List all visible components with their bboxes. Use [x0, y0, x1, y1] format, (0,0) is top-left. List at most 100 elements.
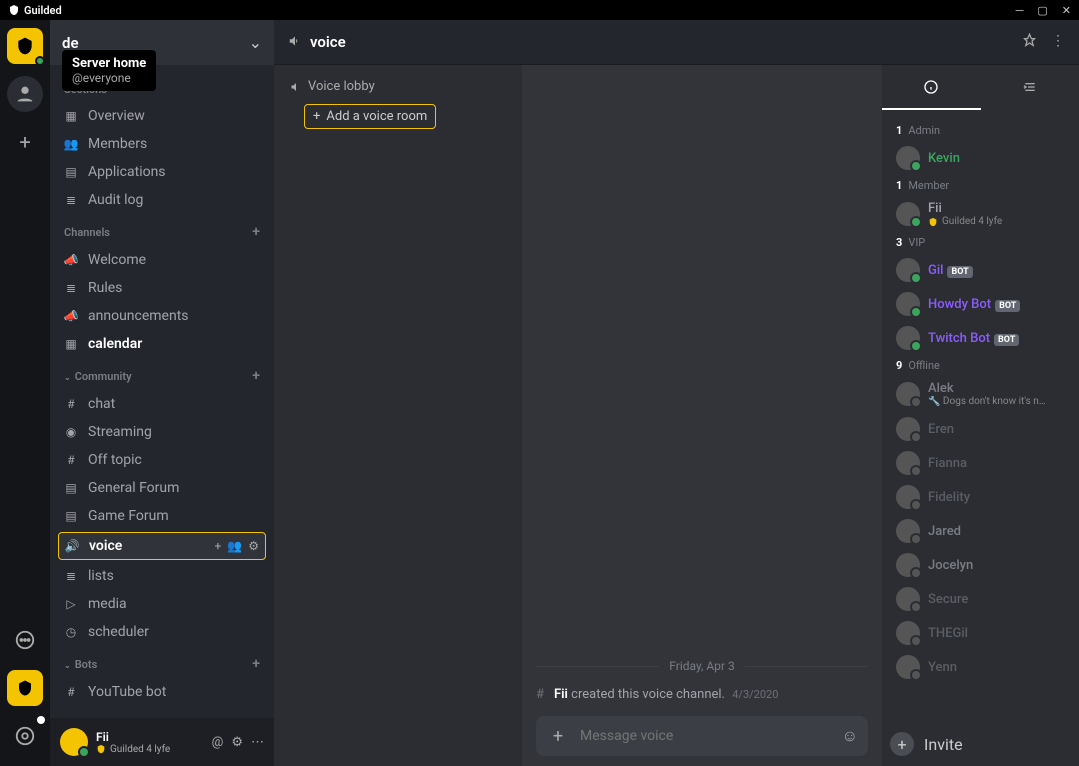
section-applications[interactable]: ▤Applications: [50, 158, 274, 186]
member-name: Jocelyn: [928, 558, 973, 573]
mega-icon: 📣: [64, 309, 78, 323]
chevron-down-icon: ⌄: [249, 33, 262, 52]
channel-welcome[interactable]: 📣Welcome: [50, 246, 274, 274]
mention-icon[interactable]: @: [212, 735, 224, 750]
channel-voice[interactable]: 🔊voice+👥⚙: [58, 532, 266, 560]
member-thegil[interactable]: THEGil: [890, 616, 1071, 650]
maximize-button[interactable]: ▢: [1037, 4, 1047, 17]
member-name: Eren: [928, 422, 954, 437]
app-logo: Guilded: [8, 4, 62, 17]
member-jared[interactable]: Jared: [890, 514, 1071, 548]
member-twitch-bot[interactable]: Twitch BotBOT: [890, 321, 1071, 355]
add-voice-room-button[interactable]: +Add a voice room: [304, 104, 436, 129]
pin-icon[interactable]: [1022, 33, 1037, 52]
attach-button[interactable]: +: [546, 724, 570, 748]
guilded-home-icon[interactable]: [7, 670, 43, 706]
section-audit-log[interactable]: ≣Audit log: [50, 186, 274, 214]
add-server-button[interactable]: +: [7, 124, 43, 160]
member-name: Howdy BotBOT: [928, 297, 1020, 312]
members-tab-info[interactable]: [882, 65, 981, 110]
rail-avatar[interactable]: [7, 76, 43, 112]
nav-label: announcements: [88, 308, 189, 324]
server-rail: +: [0, 20, 50, 766]
window-controls: ─ ▢ ✕: [1016, 4, 1071, 17]
member-howdy-bot[interactable]: Howdy BotBOT: [890, 287, 1071, 321]
member-alek[interactable]: Alek🔧 Dogs don't know it's n…: [890, 376, 1071, 412]
member-kevin[interactable]: Kevin: [890, 141, 1071, 175]
invite-button[interactable]: + Invite: [882, 722, 1079, 766]
channel-calendar[interactable]: ▦calendar: [50, 330, 274, 358]
hash-icon: #: [64, 685, 78, 699]
explore-icon[interactable]: [7, 718, 43, 754]
add-bot-channel-button[interactable]: +: [252, 656, 260, 672]
member-fii[interactable]: FiiGuilded 4 lyfe: [890, 196, 1071, 232]
nav-label: calendar: [88, 336, 142, 352]
message-input[interactable]: [580, 728, 832, 744]
emoji-button[interactable]: ☺: [842, 726, 858, 746]
member-fidelity[interactable]: Fidelity: [890, 480, 1071, 514]
member-jocelyn[interactable]: Jocelyn: [890, 548, 1071, 582]
plus-icon: +: [890, 732, 914, 756]
channel-streaming[interactable]: ◉Streaming: [50, 418, 274, 446]
settings-icon[interactable]: ⚙: [231, 735, 243, 750]
add-channel-button[interactable]: +: [252, 224, 260, 240]
invite-icon[interactable]: 👥: [227, 539, 242, 553]
member-name: GilBOT: [928, 263, 973, 278]
server-icon-active[interactable]: [7, 28, 43, 64]
members-panel: 1AdminKevin1MemberFiiGuilded 4 lyfe3VIPG…: [882, 65, 1079, 766]
user-avatar[interactable]: [60, 728, 88, 756]
system-message: # Fii created this voice channel. 4/3/20…: [536, 681, 868, 708]
section-overview[interactable]: ▦Overview: [50, 102, 274, 130]
nav-label: Rules: [88, 280, 122, 296]
role-header-member: 1Member: [890, 175, 1071, 196]
close-button[interactable]: ✕: [1062, 4, 1071, 17]
channel-media[interactable]: ▷media: [50, 590, 274, 618]
voice-lobby[interactable]: Voice lobby: [282, 75, 514, 98]
member-status: 🔧 Dogs don't know it's n…: [928, 396, 1046, 407]
member-secure[interactable]: Secure: [890, 582, 1071, 616]
messages-icon[interactable]: [7, 622, 43, 658]
member-eren[interactable]: Eren: [890, 412, 1071, 446]
more-icon[interactable]: ⋯: [251, 735, 264, 750]
member-status: Guilded 4 lyfe: [928, 216, 1002, 227]
add-room-icon[interactable]: +: [214, 539, 221, 553]
role-header-vip: 3VIP: [890, 232, 1071, 253]
avatar: [896, 451, 920, 475]
add-community-channel-button[interactable]: +: [252, 368, 260, 384]
channel-rules[interactable]: ≣Rules: [50, 274, 274, 302]
channel-lists[interactable]: ≣lists: [50, 562, 274, 590]
nav-label: Off topic: [88, 452, 142, 468]
nav-label: YouTube bot: [88, 684, 166, 700]
member-name: Secure: [928, 592, 968, 607]
avatar: [896, 621, 920, 645]
nav-label: media: [88, 596, 127, 612]
sidebar: de ⌄ Server home @everyone Sections ▦Ove…: [50, 20, 274, 766]
minimize-button[interactable]: ─: [1016, 4, 1024, 17]
channel-off-topic[interactable]: #Off topic: [50, 446, 274, 474]
channel-scheduler[interactable]: ◷scheduler: [50, 618, 274, 646]
community-header[interactable]: ⌄Community +: [50, 358, 274, 390]
hash-icon: #: [64, 397, 78, 411]
channel-youtube-bot[interactable]: # YouTube bot: [50, 678, 274, 706]
member-yenn[interactable]: Yenn: [890, 650, 1071, 684]
channel-settings-icon[interactable]: ⚙: [248, 539, 259, 553]
members-tab-list[interactable]: [981, 65, 1079, 110]
role-header-offline: 9Offline: [890, 355, 1071, 376]
people-icon: 👥: [64, 137, 78, 151]
nav-label: General Forum: [88, 480, 179, 496]
channel-game-forum[interactable]: ▤Game Forum: [50, 502, 274, 530]
channels-header: Channels +: [50, 214, 274, 246]
channel-announcements[interactable]: 📣 announcements: [50, 302, 274, 330]
channel-chat[interactable]: #chat: [50, 390, 274, 418]
member-fianna[interactable]: Fianna: [890, 446, 1071, 480]
section-members[interactable]: 👥Members: [50, 130, 274, 158]
server-header[interactable]: de ⌄ Server home @everyone: [50, 20, 274, 65]
channel-general-forum[interactable]: ▤General Forum: [50, 474, 274, 502]
bots-header[interactable]: ⌄Bots +: [50, 646, 274, 678]
member-name: Twitch BotBOT: [928, 331, 1019, 346]
app-name: Guilded: [24, 4, 62, 17]
member-name: Kevin: [928, 151, 960, 166]
voice-rooms-column: Voice lobby +Add a voice room: [274, 65, 522, 766]
options-icon[interactable]: ⋮: [1051, 33, 1065, 52]
member-gil[interactable]: GilBOT: [890, 253, 1071, 287]
